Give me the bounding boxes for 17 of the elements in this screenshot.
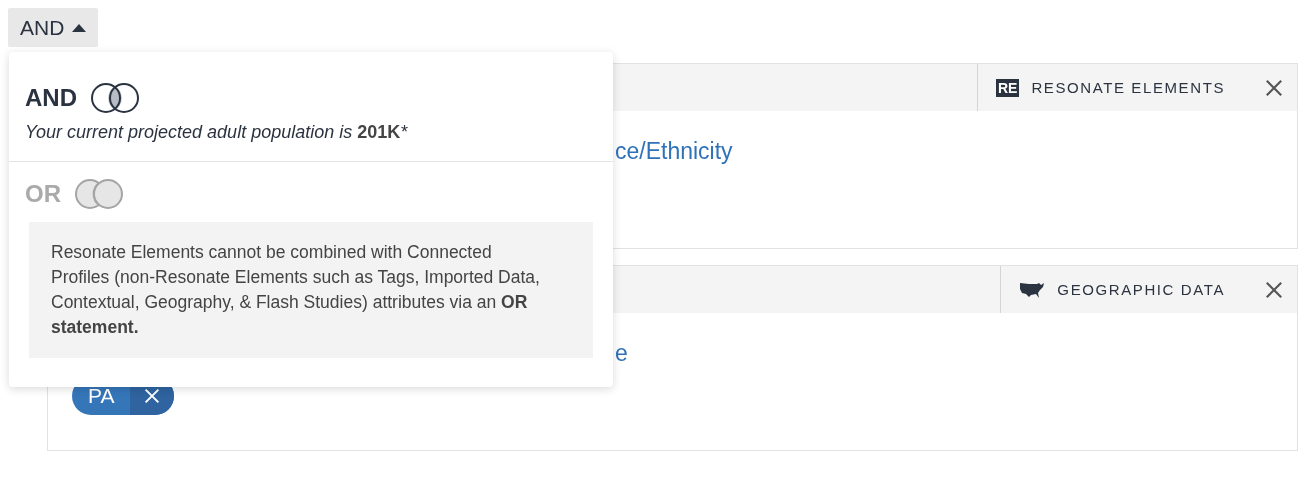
chip-label: PA — [87, 383, 116, 409]
close-icon — [1265, 78, 1283, 97]
attribute-link[interactable]: ce/Ethnicity — [615, 135, 1273, 167]
close-icon — [1265, 280, 1283, 299]
warning-message: Resonate Elements cannot be combined with Connected Profiles (non-Resonate Elements such as Tags, Imported Data, Contextual, Geography, & Flash Studies) attributes via an OR statement. — [29, 222, 593, 358]
resonate-logo-icon: RE — [995, 78, 1020, 97]
usa-map-icon — [1019, 280, 1046, 299]
union-icon — [73, 178, 125, 210]
population-note: Your current projected adult population is 201K* — [25, 122, 409, 143]
intersection-icon — [89, 82, 141, 114]
operator-dropdown[interactable]: AND — [8, 8, 99, 47]
source-label: GEOGRAPHIC DATA — [1057, 281, 1225, 298]
source-label: RESONATE ELEMENTS — [1031, 79, 1225, 96]
attribute-link[interactable]: e — [615, 337, 1273, 369]
caret-up-icon — [72, 23, 87, 32]
close-icon — [144, 388, 161, 404]
operator-option[interactable]: AND — [25, 84, 77, 112]
